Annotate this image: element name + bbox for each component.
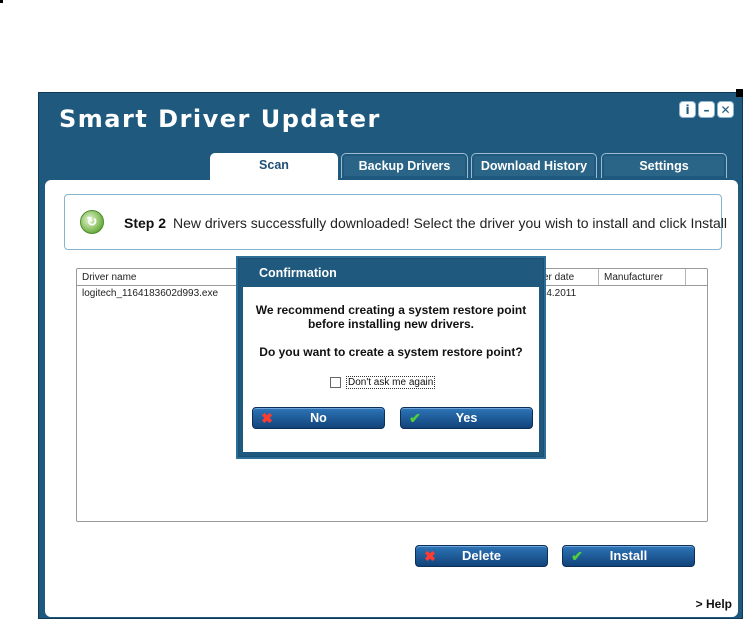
info-icon[interactable]: i bbox=[679, 101, 696, 118]
delete-button[interactable]: ✖ Delete bbox=[415, 545, 548, 567]
close-icon[interactable]: ✕ bbox=[717, 101, 734, 118]
app-title: Smart Driver Updater bbox=[59, 105, 381, 133]
refresh-check-icon: ↻ bbox=[80, 210, 104, 234]
col-driver-name[interactable]: Driver name bbox=[77, 269, 237, 285]
tab-download-history[interactable]: Download History bbox=[471, 153, 597, 178]
confirmation-dialog: Confirmation We recommend creating a sys… bbox=[238, 258, 544, 457]
dialog-message-line-2: before installing new drivers. bbox=[307, 317, 475, 331]
dont-ask-again-label[interactable]: Don't ask me again bbox=[346, 376, 436, 390]
dialog-body: We recommend creating a system restore p… bbox=[239, 287, 543, 456]
yes-button[interactable]: ✔ Yes bbox=[400, 407, 533, 429]
dont-ask-again-checkbox[interactable] bbox=[330, 377, 341, 388]
window-controls: i – ✕ bbox=[679, 101, 734, 118]
help-link[interactable]: > Help bbox=[696, 597, 732, 611]
tab-backup-drivers[interactable]: Backup Drivers bbox=[341, 153, 468, 178]
tab-scan[interactable]: Scan bbox=[210, 153, 338, 181]
dialog-message-line-1: We recommend creating a system restore p… bbox=[255, 303, 527, 317]
dialog-message: We recommend creating a system restore p… bbox=[243, 303, 539, 331]
window-corner-marker bbox=[736, 89, 743, 97]
stray-pixel bbox=[0, 0, 3, 3]
dialog-question: Do you want to create a system restore p… bbox=[259, 345, 523, 359]
step-text: New drivers successfully downloaded! Sel… bbox=[173, 215, 728, 231]
install-button[interactable]: ✔ Install bbox=[562, 545, 695, 567]
step-banner: ↻ Step 2 New drivers successfully downlo… bbox=[64, 194, 727, 250]
dialog-title: Confirmation bbox=[239, 259, 543, 287]
minimize-icon[interactable]: – bbox=[698, 101, 715, 118]
col-manufacturer[interactable]: Manufacturer bbox=[599, 269, 686, 285]
step-label: Step 2 bbox=[124, 215, 167, 231]
no-button[interactable]: ✖ No bbox=[252, 407, 385, 429]
cell-driver-name: logitech_1164183602d993.exe bbox=[82, 288, 219, 299]
dont-ask-again-checkbox-row[interactable]: Don't ask me again bbox=[330, 376, 436, 390]
tab-settings[interactable]: Settings bbox=[601, 153, 727, 178]
